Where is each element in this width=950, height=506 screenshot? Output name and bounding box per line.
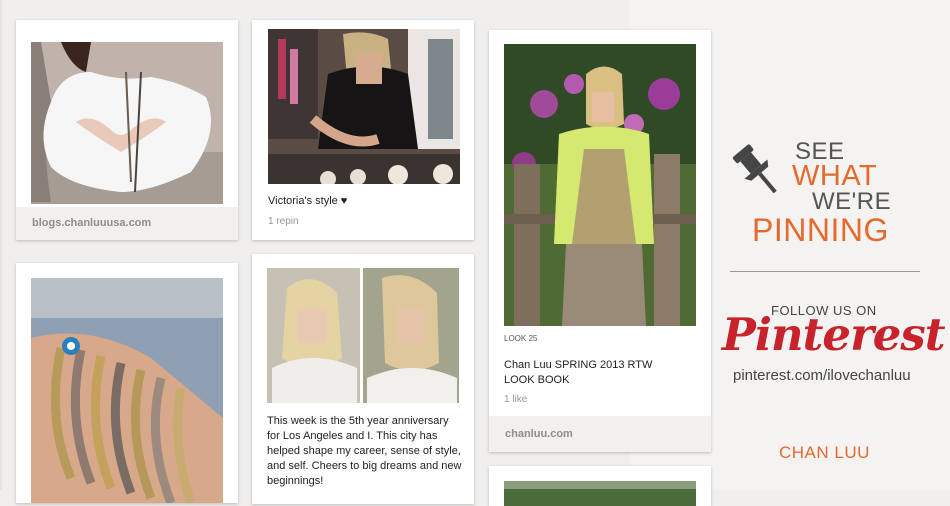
brand-name: CHAN LUU — [779, 443, 870, 462]
pin-card[interactable]: This week is the 5th year anniversary fo… — [252, 254, 474, 504]
pin-description: This week is the 5th year anniversary fo… — [267, 415, 462, 487]
pin-card[interactable] — [489, 466, 711, 506]
stacked-bracelets-photo — [31, 278, 223, 503]
pushpin-icon — [732, 144, 777, 194]
promo-divider — [730, 271, 920, 272]
pinterest-url-link[interactable]: pinterest.com/ilovechanluu — [733, 367, 911, 384]
woman-heart-hands-photo — [31, 42, 223, 204]
pin-image[interactable] — [267, 268, 459, 403]
pin-source[interactable]: blogs.chanluuusa.com — [16, 207, 238, 240]
pin-like-count[interactable]: 1 like — [504, 394, 527, 405]
pin-image[interactable] — [504, 44, 696, 326]
pin-description: Chan Luu SPRING 2013 RTW LOOK BOOK — [504, 359, 653, 386]
pin-repin-count[interactable]: 1 repin — [268, 216, 299, 227]
pin-source[interactable]: chanluu.com — [489, 416, 711, 452]
pin-card[interactable]: LOOK 25 Chan Luu SPRING 2013 RTW LOOK BO… — [489, 30, 711, 452]
pin-card[interactable]: blogs.chanluuusa.com — [16, 20, 238, 240]
pin-look-label: LOOK 25 — [504, 334, 538, 343]
pin-card[interactable] — [16, 263, 238, 503]
left-edge — [0, 0, 2, 490]
pin-image[interactable] — [268, 29, 460, 184]
blonde-woman-collage-photo — [267, 268, 459, 403]
pin-image[interactable] — [504, 481, 696, 506]
woman-jewelry-shop-photo — [268, 29, 460, 184]
pin-image[interactable] — [31, 42, 223, 204]
pin-card[interactable]: Victoria's style ♥ 1 repin — [252, 20, 474, 240]
pin-description: Victoria's style ♥ — [268, 195, 348, 207]
promo-heading-line4: PINNING — [752, 212, 889, 248]
green-field-photo — [504, 481, 696, 506]
pin-image[interactable] — [31, 278, 223, 503]
pinterest-logo[interactable]: Pinterest — [722, 308, 946, 361]
model-garden-photo — [504, 44, 696, 326]
